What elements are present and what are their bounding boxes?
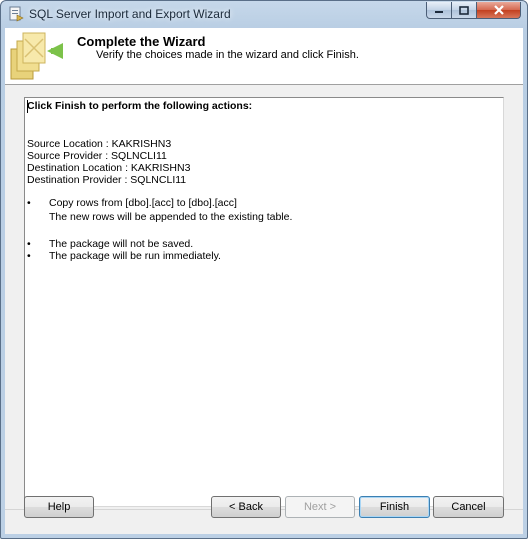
finish-button[interactable]: Finish [359, 496, 430, 518]
destination-location-line: Destination Location : KAKRISHN3 [27, 162, 191, 174]
maximize-icon [459, 5, 469, 15]
summary-text-box[interactable]: Click Finish to perform the following ac… [24, 97, 504, 507]
title-bar[interactable]: SQL Server Import and Export Wizard [1, 1, 527, 28]
action-copy-rows: Copy rows from [dbo].[acc] to [dbo].[acc… [49, 197, 237, 209]
cancel-button[interactable]: Cancel [433, 496, 504, 518]
page-subtitle: Verify the choices made in the wizard an… [96, 49, 359, 61]
action-append-rows: The new rows will be appended to the exi… [49, 211, 293, 223]
bullet-glyph: • [27, 197, 31, 209]
next-button[interactable]: Next > [285, 496, 355, 518]
summary-lead: Click Finish to perform the following ac… [27, 100, 253, 112]
minimize-button[interactable] [426, 2, 452, 19]
dialog-client-area: Complete the Wizard Verify the choices m… [5, 28, 523, 534]
help-button[interactable]: Help [24, 496, 94, 518]
page-title: Complete the Wizard [77, 34, 206, 49]
source-provider-line: Source Provider : SQLNCLI11 [27, 150, 167, 162]
wizard-graphic-icon [10, 32, 63, 80]
action-package-not-saved: The package will not be saved. [49, 238, 194, 250]
window-title: SQL Server Import and Export Wizard [29, 7, 231, 21]
destination-provider-line: Destination Provider : SQLNCLI11 [27, 174, 187, 186]
source-location-line: Source Location : KAKRISHN3 [27, 138, 172, 150]
minimize-icon [435, 11, 443, 13]
close-button[interactable] [477, 2, 521, 19]
wizard-header: Complete the Wizard Verify the choices m… [5, 28, 523, 85]
wizard-window: SQL Server Import and Export Wizard Comp… [0, 0, 528, 539]
maximize-button[interactable] [452, 2, 477, 19]
bullet-glyph: • [27, 250, 31, 262]
back-button[interactable]: < Back [211, 496, 281, 518]
bullet-glyph: • [27, 238, 31, 250]
text-caret [27, 100, 28, 113]
wizard-app-icon [9, 6, 24, 22]
close-icon [493, 5, 504, 15]
action-run-immediately: The package will be run immediately. [49, 250, 221, 262]
